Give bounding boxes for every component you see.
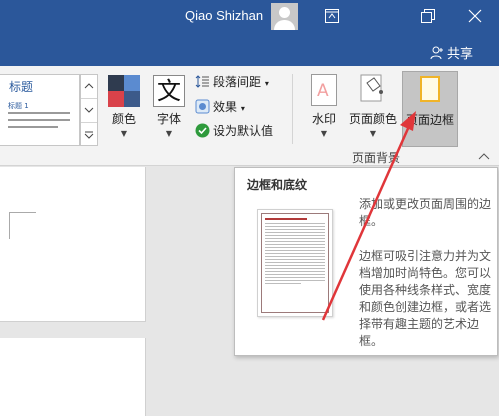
watermark-icon: A	[311, 74, 337, 106]
set-as-default-button[interactable]: 设为默认值	[195, 122, 273, 142]
group-separator	[292, 74, 293, 144]
design-ribbon: 标题 标题 1 颜色 ▼ 文 字体 ▼ 段落间距 ▾ 效果 ▾ 设为默认值 A …	[0, 66, 499, 166]
document-page-next[interactable]	[0, 338, 146, 416]
margin-corner-mark	[9, 212, 36, 239]
colors-label: 颜色	[111, 112, 136, 126]
colors-button[interactable]: 颜色 ▼	[104, 110, 144, 139]
gallery-down-button[interactable]	[81, 99, 97, 123]
collapse-ribbon-icon[interactable]	[478, 152, 490, 160]
gallery-scroll	[80, 74, 98, 146]
style-subtitle-text: 标题 1	[8, 102, 29, 110]
paragraph-spacing-icon	[195, 75, 209, 88]
close-icon	[468, 9, 482, 23]
gallery-down-icon	[84, 107, 94, 113]
set-as-default-label: 设为默认值	[213, 124, 274, 138]
ribbon-display-options-button[interactable]	[309, 0, 355, 32]
watermark-button[interactable]: 水印 ▼	[305, 110, 343, 139]
close-button[interactable]	[452, 0, 498, 32]
colors-icon	[108, 75, 140, 107]
title-bar: Qiao Shizhan	[0, 0, 499, 36]
document-page[interactable]	[0, 167, 146, 322]
tooltip-description: 添加或更改页面周围的边框。	[359, 197, 492, 228]
share-button[interactable]: 共享	[430, 43, 473, 62]
page-color-button[interactable]: 页面颜色 ▼	[346, 110, 400, 139]
watermark-label: 水印	[311, 112, 336, 126]
share-bar: 共享	[0, 36, 499, 66]
effects-label: 效果	[213, 100, 238, 114]
page-color-icon	[357, 74, 387, 106]
fonts-label: 字体	[156, 112, 181, 126]
gallery-more-icon	[84, 131, 94, 139]
restore-icon	[421, 9, 435, 23]
tooltip-title: 边框和底纹	[247, 178, 308, 192]
share-person-icon	[430, 46, 443, 60]
svg-text:A: A	[317, 81, 329, 101]
style-preview-lines	[8, 112, 70, 133]
page-background-group-label: 页面背景	[352, 151, 401, 165]
effects-button[interactable]: 效果 ▾	[195, 98, 245, 118]
page-borders-icon	[420, 76, 440, 102]
page-color-label: 页面颜色	[348, 112, 397, 126]
style-title-text: 标题	[9, 80, 34, 94]
fonts-icon: 文	[153, 75, 185, 107]
page-borders-button[interactable]: 页面边框	[402, 71, 458, 147]
page-borders-label: 页面边框	[405, 113, 454, 127]
fonts-button[interactable]: 字体 ▼	[149, 110, 189, 139]
paragraph-spacing-label: 段落间距	[213, 75, 262, 89]
page-borders-tooltip: 边框和底纹 添加或更改页面周围的边框。 边框可吸引注意力并为文档增加时尚特色。您…	[234, 167, 498, 356]
checkmark-icon	[195, 123, 210, 138]
avatar[interactable]	[271, 3, 298, 30]
gallery-up-icon	[84, 83, 94, 89]
tooltip-details: 边框可吸引注意力并为文档增加时尚特色。您可以使用各种线条样式、宽度和颜色创建边框…	[359, 249, 492, 348]
gallery-more-button[interactable]	[81, 123, 97, 147]
tooltip-preview-image	[257, 209, 333, 317]
style-set-gallery[interactable]: 标题 标题 1	[0, 74, 80, 146]
effects-icon	[195, 99, 210, 114]
paragraph-spacing-button[interactable]: 段落间距 ▾	[195, 73, 269, 93]
restore-button[interactable]	[405, 0, 451, 32]
share-label: 共享	[447, 47, 474, 62]
user-name[interactable]: Qiao Shizhan	[185, 8, 263, 23]
ribbon-display-options-icon	[325, 9, 339, 23]
gallery-up-button[interactable]	[81, 75, 97, 99]
